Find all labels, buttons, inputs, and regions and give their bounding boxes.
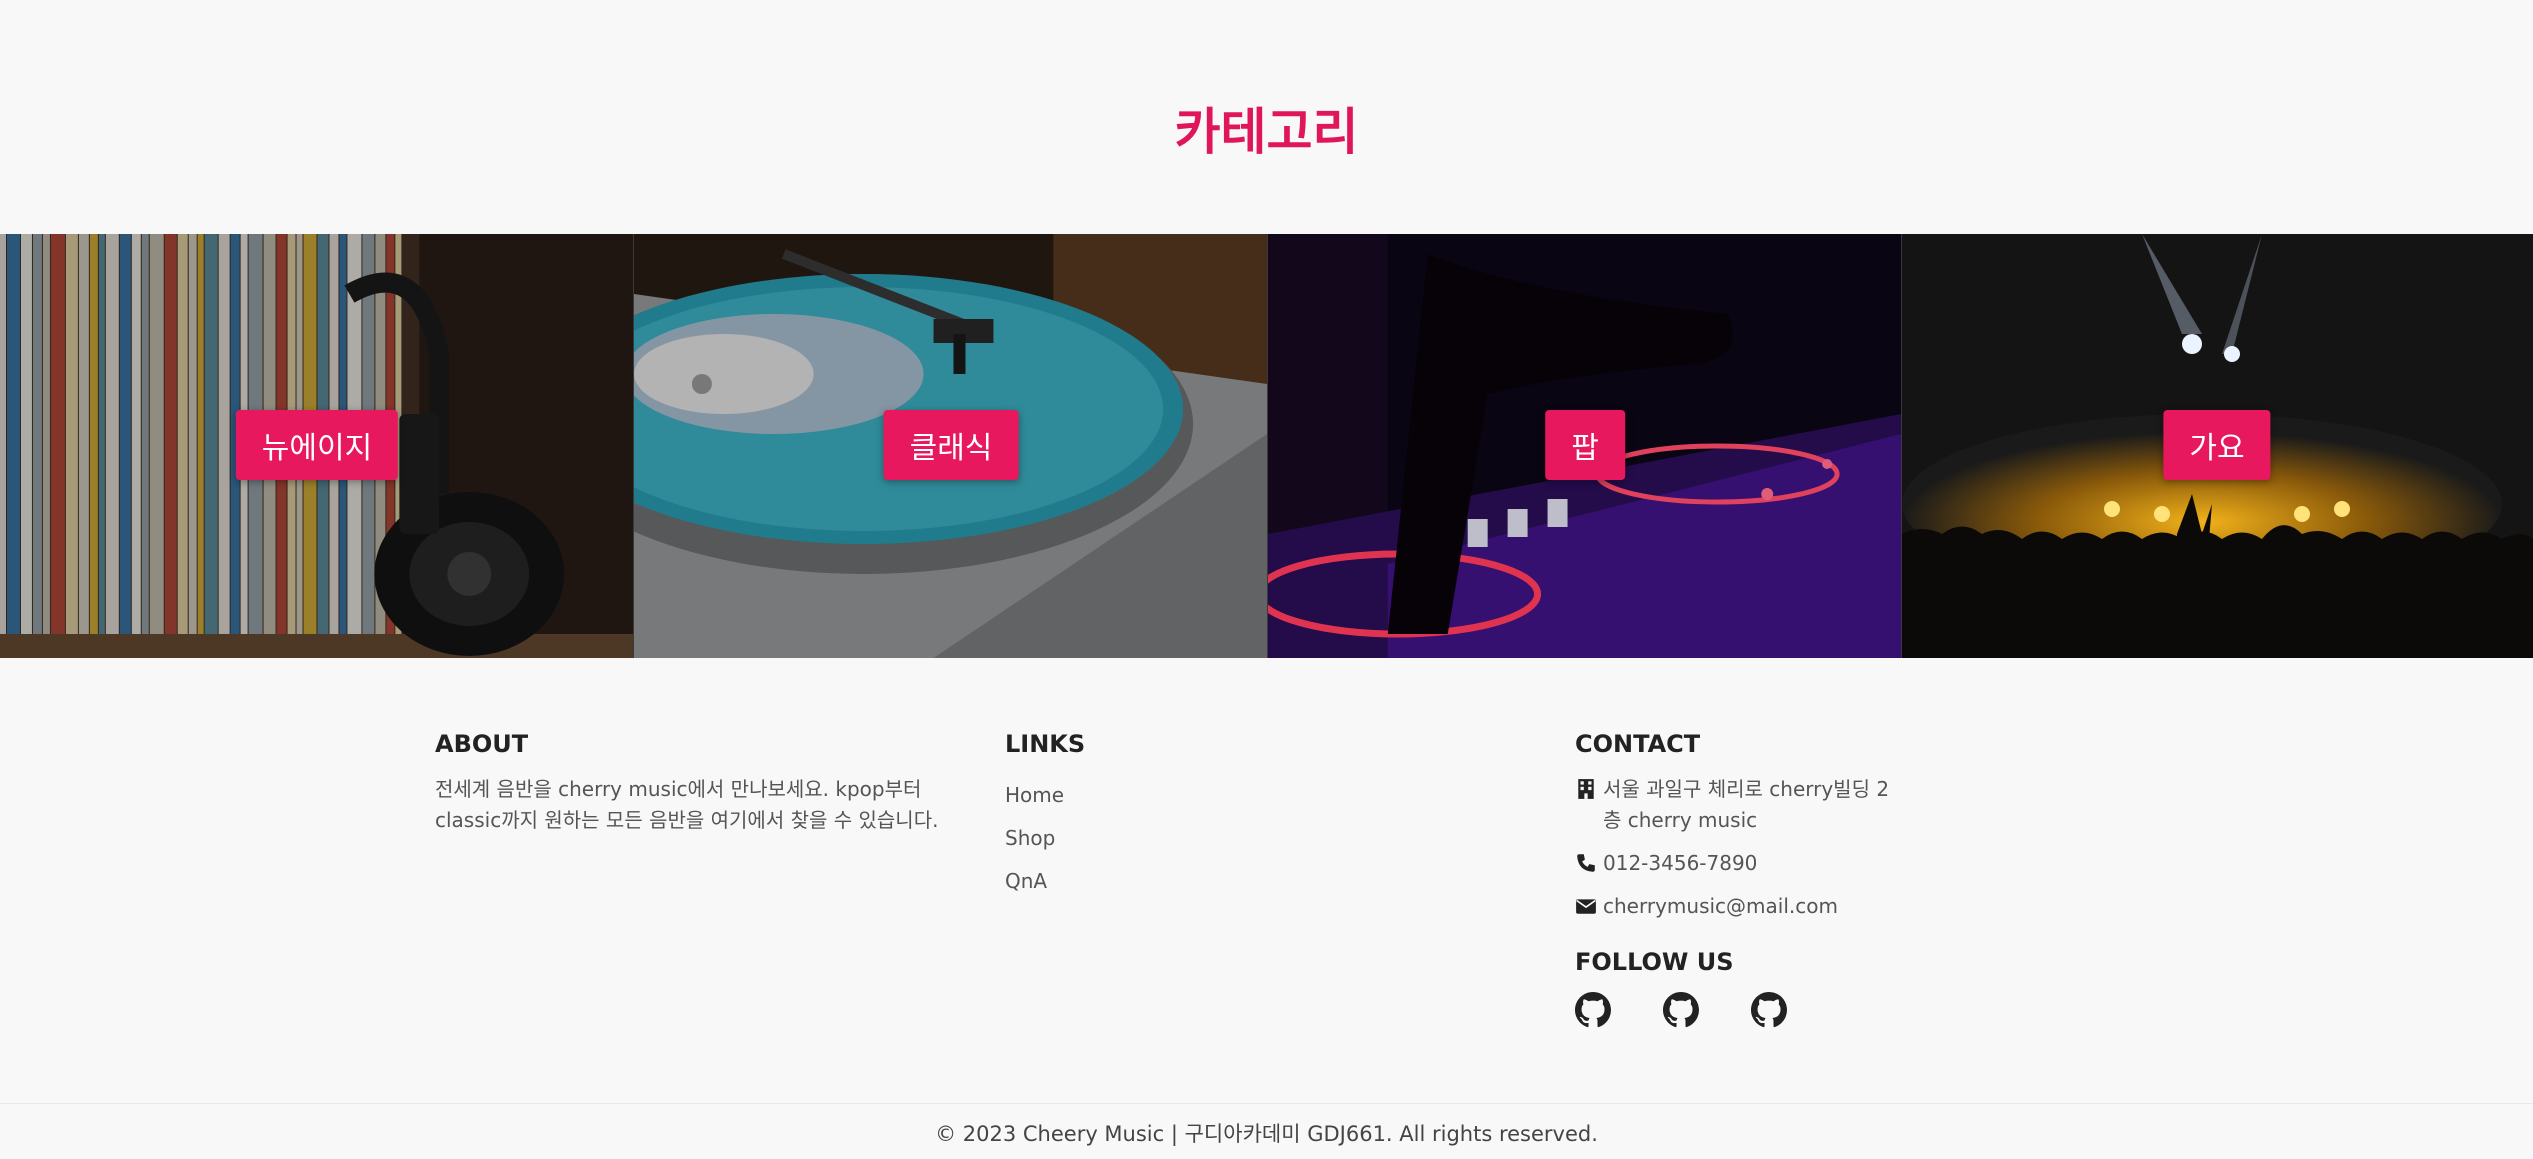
envelope-icon [1576,899,1596,914]
link-home-item: Home [1005,774,1085,817]
category-pop-button[interactable]: 팝 [1545,410,1625,480]
footer-divider [0,1103,2533,1104]
social-links [1575,992,1903,1028]
link-home[interactable]: Home [1005,783,1064,807]
footer-about: ABOUT 전세계 음반을 cherry music에서 만나보세요. kpop… [435,730,975,836]
email-text: cherrymusic@mail.com [1603,894,1838,918]
phone-icon [1577,854,1595,872]
github-icon[interactable] [1663,992,1699,1028]
category-kpop-button[interactable]: 가요 [2163,410,2271,480]
about-title: ABOUT [435,730,529,758]
page-title: 카테고리 [1174,103,1359,161]
phone-text: 012-3456-7890 [1603,851,1758,875]
address-text: 서울 과일구 체리로 cherry빌딩 2층 cherry music [1603,777,1890,832]
footer-links: LINKS Home Shop QnA [1005,730,1085,903]
links-list: Home Shop QnA [1005,774,1085,903]
follow-title: FOLLOW US [1575,948,1734,976]
github-icon[interactable] [1575,992,1611,1028]
category-kpop-card[interactable]: 가요 [1902,234,2533,658]
category-classic-card[interactable]: 클래식 [634,234,1268,658]
category-classic-button[interactable]: 클래식 [883,410,1019,480]
contact-address: 서울 과일구 체리로 cherry빌딩 2층 cherry music [1575,774,1903,836]
contact-phone: 012-3456-7890 [1575,848,1903,879]
link-shop-item: Shop [1005,817,1085,860]
category-newage-button[interactable]: 뉴에이지 [235,410,399,480]
github-icon[interactable] [1751,992,1787,1028]
about-text: 전세계 음반을 cherry music에서 만나보세요. kpop부터 cla… [435,777,939,832]
building-icon [1578,779,1594,799]
category-grid: 뉴에이지 클래식 팝 가요 [0,234,2533,658]
contact-email: cherrymusic@mail.com [1575,891,1903,922]
footer-contact: CONTACT 서울 과일구 체리로 cherry빌딩 2층 cherry mu… [1575,730,1903,1028]
link-qna[interactable]: QnA [1005,869,1047,893]
category-newage-card[interactable]: 뉴에이지 [0,234,634,658]
link-qna-item: QnA [1005,860,1085,903]
category-pop-card[interactable]: 팝 [1268,234,1902,658]
links-title: LINKS [1005,730,1086,758]
copyright-text: © 2023 Cheery Music | 구디아카데미 GDJ661. All… [935,1122,1598,1146]
link-shop[interactable]: Shop [1005,826,1055,850]
contact-title: CONTACT [1575,730,1701,758]
